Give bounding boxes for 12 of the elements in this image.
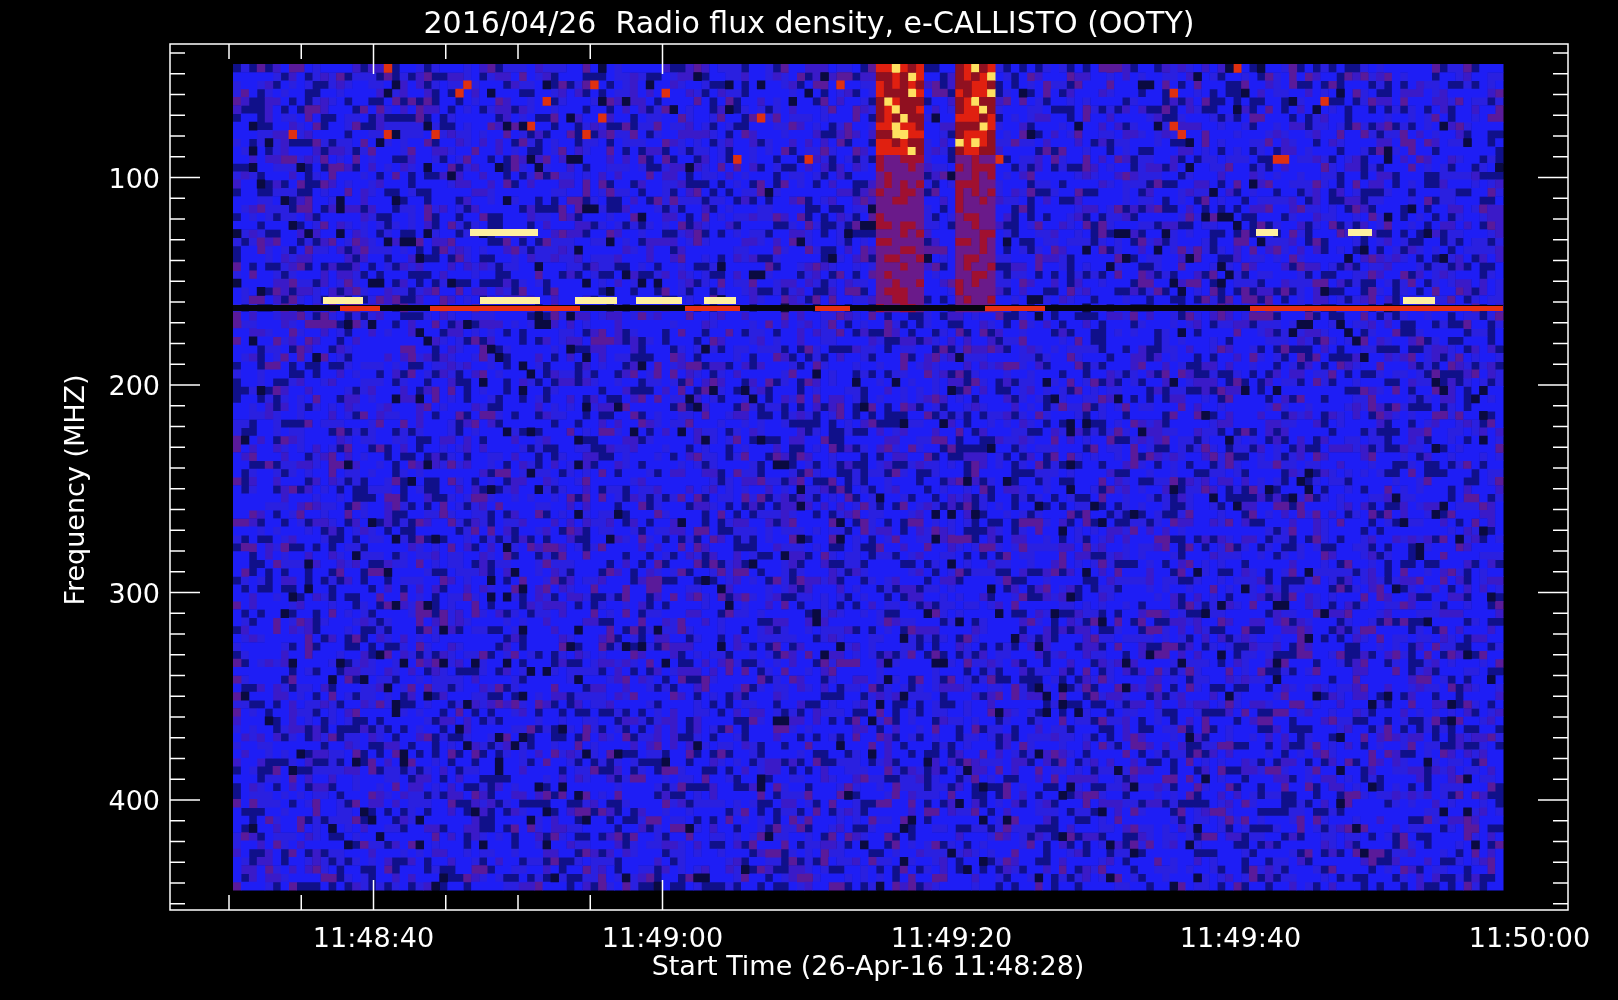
tick-label: 11:50:00 — [1468, 922, 1591, 953]
axis-title: Start Time (26-Apr-16 11:48:28) — [651, 950, 1085, 981]
tick-label: 400 — [108, 785, 160, 816]
tick-label: 200 — [108, 370, 160, 401]
tick-label: 100 — [108, 162, 160, 194]
tick-label: 11:49:00 — [601, 922, 724, 953]
tick-label: 300 — [108, 577, 160, 609]
chart-title: 2016/04/26 Radio flux density, e-CALLISTO (OOTY) — [423, 5, 1195, 40]
tick-label: 11:49:20 — [890, 922, 1013, 953]
tick-label: 11:49:40 — [1179, 922, 1302, 953]
axis-title: Frequency (MHZ) — [59, 374, 90, 606]
tick-label: 11:48:40 — [312, 922, 435, 953]
